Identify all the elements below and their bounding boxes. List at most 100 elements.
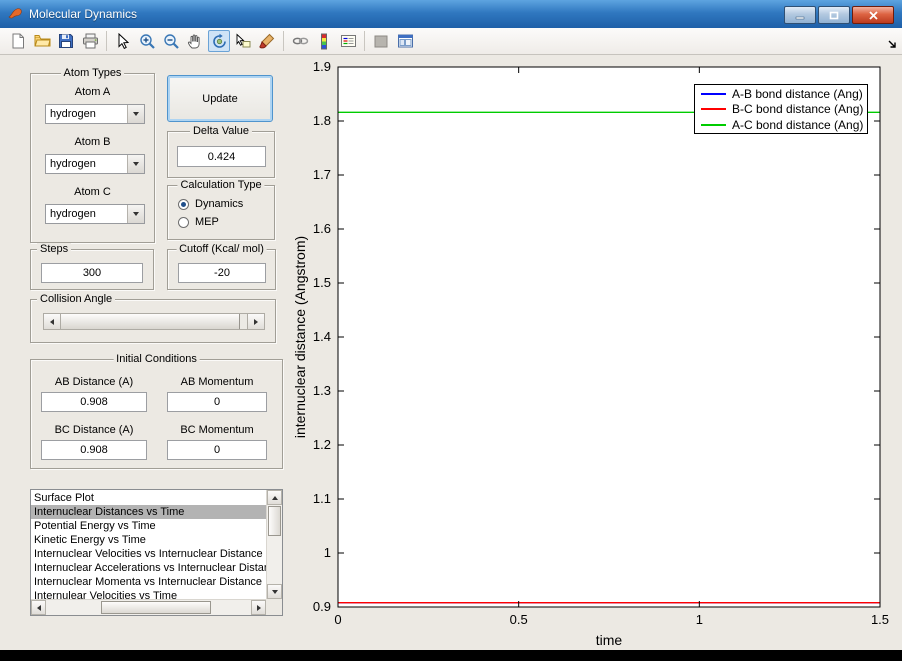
slider-track[interactable] — [240, 314, 247, 329]
print-figure-button[interactable] — [79, 30, 101, 52]
edit-plot-button[interactable] — [112, 30, 134, 52]
hide-plot-tools-button[interactable] — [370, 30, 392, 52]
chevron-down-icon[interactable] — [127, 105, 144, 123]
atom-b-label: Atom B — [31, 136, 154, 148]
screen: Molecular Dynamics — [0, 0, 902, 661]
dock-figure-icon — [397, 33, 414, 49]
horizontal-scrollbar[interactable] — [31, 599, 266, 615]
vertical-scrollbar[interactable] — [266, 490, 282, 599]
radio-mep[interactable] — [178, 217, 189, 228]
open-folder-icon — [34, 33, 51, 49]
list-item[interactable]: Potential Energy vs Time — [31, 519, 266, 533]
maximize-icon — [829, 11, 839, 20]
brush-data-button[interactable] — [256, 30, 278, 52]
link-chain-icon — [292, 33, 309, 49]
ab-distance-field[interactable] — [41, 392, 147, 412]
radio-dynamics[interactable] — [178, 199, 189, 210]
plot-type-listbox[interactable]: Surface Plot Internuclear Distances vs T… — [30, 489, 283, 616]
plot-type-list: Surface Plot Internuclear Distances vs T… — [31, 491, 266, 599]
svg-text:1.1: 1.1 — [313, 491, 331, 506]
scroll-right-icon[interactable] — [251, 600, 266, 615]
show-plot-tools-dock-button[interactable] — [394, 30, 416, 52]
hand-pan-icon — [187, 33, 203, 49]
scroll-left-icon[interactable] — [31, 600, 46, 615]
cursor-arrow-icon — [116, 33, 130, 49]
bc-distance-field[interactable] — [41, 440, 147, 460]
atom-c-label: Atom C — [31, 186, 154, 198]
close-icon — [868, 11, 879, 20]
list-item[interactable]: Internuclear Distances vs Time — [31, 505, 266, 519]
update-button[interactable]: Update — [167, 75, 273, 122]
cutoff-title: Cutoff (Kcal/ mol) — [176, 243, 267, 255]
svg-text:0: 0 — [334, 612, 341, 627]
atom-b-dropdown[interactable]: hydrogen — [45, 154, 145, 174]
app-icon — [8, 7, 23, 21]
cutoff-panel: Cutoff (Kcal/ mol) — [167, 249, 276, 290]
steps-field[interactable] — [41, 263, 143, 283]
legend-label: A-C bond distance (Ang) — [732, 118, 863, 132]
list-item[interactable]: Internuclear Momenta vs Internuclear Dis… — [31, 575, 266, 589]
svg-text:1.7: 1.7 — [313, 167, 331, 182]
toolbar-separator — [283, 31, 284, 51]
slider-left-arrow[interactable] — [44, 314, 61, 329]
delta-value-field[interactable] — [177, 146, 266, 167]
zoom-out-button[interactable] — [160, 30, 182, 52]
steps-title: Steps — [37, 243, 71, 255]
zoom-in-button[interactable] — [136, 30, 158, 52]
list-item[interactable]: Surface Plot — [31, 491, 266, 505]
insert-colorbar-button[interactable] — [313, 30, 335, 52]
legend-line-sample — [701, 108, 726, 110]
insert-legend-button[interactable] — [337, 30, 359, 52]
plot-legend: A-B bond distance (Ang) B-C bond distanc… — [694, 84, 868, 134]
cutoff-field[interactable] — [178, 263, 266, 283]
bc-momentum-field[interactable] — [167, 440, 267, 460]
link-plot-button[interactable] — [289, 30, 311, 52]
new-figure-button[interactable] — [7, 30, 29, 52]
window-controls — [784, 6, 894, 24]
list-item[interactable]: Internulear Velocities vs Time — [31, 589, 266, 599]
svg-text:0.5: 0.5 — [510, 612, 528, 627]
atom-a-dropdown[interactable]: hydrogen — [45, 104, 145, 124]
ab-momentum-field[interactable] — [167, 392, 267, 412]
plot-area: 00.511.50.911.11.21.31.41.51.61.71.81.9t… — [290, 58, 896, 650]
legend-line-sample — [701, 93, 726, 95]
calculation-type-panel: Calculation Type Dynamics MEP — [167, 185, 275, 240]
chevron-down-icon[interactable] — [127, 155, 144, 173]
minimize-button[interactable] — [784, 6, 816, 24]
list-item[interactable]: Internuclear Accelerations vs Internucle… — [31, 561, 266, 575]
chevron-down-icon[interactable] — [127, 205, 144, 223]
horizontal-scroll-thumb[interactable] — [101, 601, 211, 614]
zoom-in-icon — [139, 33, 156, 50]
legend-icon — [340, 33, 357, 49]
list-item[interactable]: Kinetic Energy vs Time — [31, 533, 266, 547]
list-item[interactable]: Internuclear Velocities vs Internuclear … — [31, 547, 266, 561]
slider-thumb[interactable] — [61, 314, 240, 329]
collision-angle-slider[interactable] — [43, 313, 265, 330]
atom-c-dropdown[interactable]: hydrogen — [45, 204, 145, 224]
pan-button[interactable] — [184, 30, 206, 52]
legend-label: A-B bond distance (Ang) — [732, 87, 863, 101]
scroll-down-icon[interactable] — [267, 584, 282, 599]
maximize-button[interactable] — [818, 6, 850, 24]
printer-icon — [82, 33, 99, 49]
slider-right-arrow[interactable] — [247, 314, 264, 329]
data-cursor-button[interactable] — [232, 30, 254, 52]
scroll-up-icon[interactable] — [267, 490, 282, 505]
legend-row: B-C bond distance (Ang) — [695, 102, 867, 116]
toolbar-separator — [106, 31, 107, 51]
rotate-3d-icon — [211, 33, 228, 50]
toolbar-overflow-icon[interactable] — [887, 36, 897, 54]
svg-text:1.9: 1.9 — [313, 59, 331, 74]
svg-text:1.6: 1.6 — [313, 221, 331, 236]
titlebar[interactable]: Molecular Dynamics — [0, 0, 902, 28]
rotate-3d-button[interactable] — [208, 30, 230, 52]
svg-text:1: 1 — [324, 545, 331, 560]
open-file-button[interactable] — [31, 30, 53, 52]
atom-b-value: hydrogen — [46, 158, 127, 170]
save-figure-button[interactable] — [55, 30, 77, 52]
svg-text:1.2: 1.2 — [313, 437, 331, 452]
vertical-scroll-thumb[interactable] — [268, 506, 281, 536]
svg-text:internuclear distance (Angstro: internuclear distance (Angstrom) — [292, 236, 308, 438]
window-title: Molecular Dynamics — [29, 7, 137, 21]
close-button[interactable] — [852, 6, 894, 24]
